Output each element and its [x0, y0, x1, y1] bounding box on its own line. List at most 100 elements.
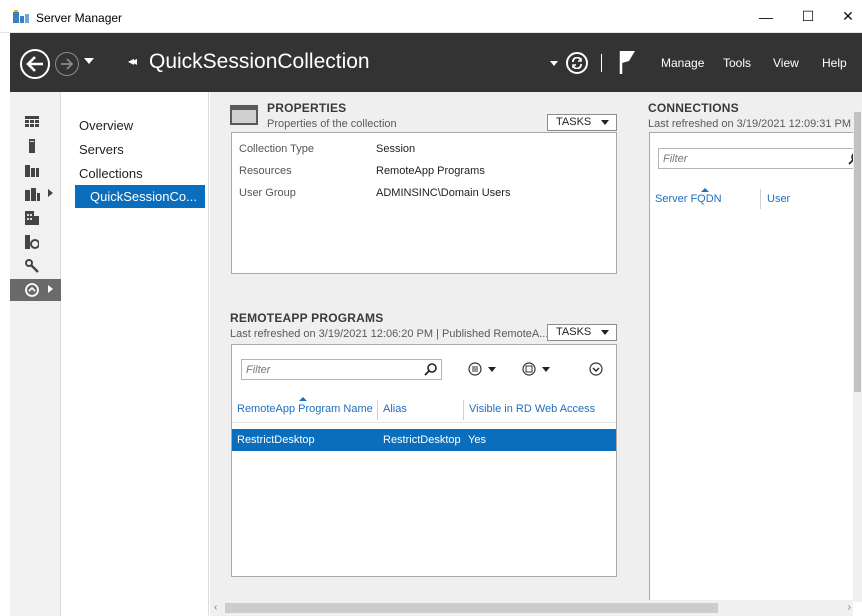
- collection-main-pane: PROPERTIES Properties of the collection …: [210, 92, 650, 604]
- notifications-flag-icon[interactable]: [618, 49, 638, 75]
- local-server-icon: [29, 139, 35, 153]
- properties-panel: Collection Type Session Resources Remote…: [231, 132, 617, 274]
- expand-arrow-icon[interactable]: [48, 285, 53, 293]
- sort-ascending-icon: [701, 188, 709, 192]
- tools-icon: [25, 259, 39, 273]
- remoteapp-panel: Filter RemoteApp Program Name Alias Visi…: [231, 344, 617, 577]
- arrow-right-icon: [61, 58, 74, 70]
- cell-visible: Yes: [468, 434, 486, 446]
- rail-item-remote-desktop[interactable]: [10, 279, 61, 301]
- property-value: Session: [376, 143, 416, 155]
- properties-icon: [230, 105, 258, 125]
- rail-item-iis[interactable]: [10, 231, 61, 253]
- dashboard-icon: [25, 116, 39, 127]
- column-divider[interactable]: [760, 189, 761, 209]
- remoteapp-subtitle: Last refreshed on 3/19/2021 12:06:20 PM …: [230, 328, 549, 340]
- scroll-right-icon[interactable]: ›: [848, 602, 851, 613]
- back-button[interactable]: [20, 49, 50, 79]
- connections-title: CONNECTIONS: [648, 101, 739, 115]
- left-icon-rail: [10, 92, 61, 616]
- column-divider[interactable]: [463, 400, 464, 420]
- header-divider: [601, 54, 602, 72]
- rail-item-roles[interactable]: [10, 207, 61, 229]
- column-header-program-name[interactable]: RemoteApp Program Name: [237, 403, 373, 415]
- chevron-down-icon: [601, 120, 609, 125]
- cell-alias: RestrictDesktop: [383, 434, 461, 446]
- breadcrumb-arrows-icon: ◂◂: [128, 54, 137, 68]
- table-row[interactable]: RestrictDesktop RestrictDesktop Yes: [232, 429, 616, 451]
- properties-title: PROPERTIES: [267, 101, 347, 115]
- connections-filter-input[interactable]: Filter: [658, 148, 862, 169]
- tree-item-overview[interactable]: Overview: [79, 118, 133, 133]
- header-separator: [232, 422, 616, 423]
- breadcrumb: QuickSessionCollection: [149, 50, 370, 73]
- forward-button[interactable]: [55, 52, 79, 76]
- menu-help[interactable]: Help: [822, 56, 847, 70]
- rail-item-file-storage[interactable]: [10, 183, 61, 205]
- minimize-button[interactable]: —: [744, 0, 788, 33]
- search-icon[interactable]: [424, 363, 437, 376]
- header-bar: ◂◂ QuickSessionCollection Manage Tools V…: [10, 33, 862, 92]
- property-label: Collection Type: [239, 143, 315, 155]
- column-header-server-fqdn[interactable]: Server FQDN: [655, 193, 722, 205]
- server-manager-icon: [13, 10, 29, 23]
- expand-collapse-icon[interactable]: [589, 362, 603, 376]
- refresh-button[interactable]: [566, 52, 588, 74]
- scroll-left-icon[interactable]: ‹: [214, 602, 217, 613]
- scrollbar-thumb[interactable]: [854, 112, 861, 392]
- tree-item-selected-collection[interactable]: QuickSessionCo...: [75, 185, 205, 208]
- remoteapp-filter-input[interactable]: Filter: [241, 359, 442, 380]
- remote-desktop-icon: [25, 283, 39, 297]
- filter-placeholder: Filter: [246, 364, 271, 376]
- vertical-scrollbar[interactable]: [853, 106, 862, 602]
- roles-icon: [25, 211, 39, 225]
- column-header-alias[interactable]: Alias: [383, 403, 407, 415]
- scrollbar-thumb[interactable]: [225, 603, 718, 613]
- remoteapp-tasks-button[interactable]: TASKS: [547, 324, 617, 341]
- rail-item-all-servers[interactable]: [10, 159, 61, 181]
- expand-arrow-icon[interactable]: [48, 189, 53, 197]
- horizontal-scrollbar[interactable]: ‹ ›: [210, 600, 853, 616]
- history-dropdown-icon[interactable]: [84, 58, 94, 64]
- connections-subtitle: Last refreshed on 3/19/2021 12:09:31 PM …: [648, 118, 857, 130]
- menu-tools[interactable]: Tools: [723, 56, 751, 70]
- menu-view[interactable]: View: [773, 56, 799, 70]
- chevron-down-icon: [601, 330, 609, 335]
- close-button[interactable]: ✕: [826, 0, 862, 33]
- navigation-tree: Overview Servers Collections QuickSessio…: [62, 92, 209, 616]
- tasks-label: TASKS: [556, 116, 592, 128]
- sort-ascending-icon: [299, 397, 307, 401]
- file-storage-icon: [25, 188, 40, 201]
- rail-item-local-server[interactable]: [10, 135, 61, 157]
- arrow-left-icon: [26, 56, 43, 72]
- tree-item-collections[interactable]: Collections: [79, 166, 143, 181]
- tasks-label: TASKS: [556, 326, 592, 338]
- column-divider[interactable]: [377, 400, 378, 420]
- iis-icon: [25, 235, 39, 249]
- window-title: Server Manager: [36, 11, 123, 25]
- filter-placeholder: Filter: [663, 153, 688, 165]
- menu-manage[interactable]: Manage: [661, 56, 704, 70]
- property-label: Resources: [239, 165, 292, 177]
- properties-tasks-button[interactable]: TASKS: [547, 114, 617, 131]
- property-label: User Group: [239, 187, 296, 199]
- tree-item-servers[interactable]: Servers: [79, 142, 124, 157]
- rail-item-tools[interactable]: [10, 255, 61, 277]
- window-title-bar: Server Manager — ☐ ✕: [0, 0, 862, 33]
- cell-program-name: RestrictDesktop: [237, 434, 315, 446]
- remoteapp-title: REMOTEAPP PROGRAMS: [230, 311, 384, 325]
- maximize-button[interactable]: ☐: [786, 0, 830, 33]
- property-value: ADMINSINC\Domain Users: [376, 187, 511, 199]
- breadcrumb-dropdown-icon[interactable]: [550, 61, 558, 66]
- property-value: RemoteApp Programs: [376, 165, 485, 177]
- column-header-user[interactable]: User: [767, 193, 790, 205]
- column-header-visible-rd-web[interactable]: Visible in RD Web Access: [469, 403, 595, 415]
- connections-panel: Filter Server FQDN User: [649, 132, 862, 604]
- properties-subtitle: Properties of the collection: [267, 118, 397, 130]
- rail-item-dashboard[interactable]: [10, 111, 61, 133]
- connections-pane: CONNECTIONS Last refreshed on 3/19/2021 …: [641, 92, 862, 604]
- save-query-icon[interactable]: [522, 362, 556, 376]
- all-servers-icon: [25, 165, 39, 177]
- refresh-icon: [572, 57, 582, 69]
- list-options-icon[interactable]: [468, 362, 502, 376]
